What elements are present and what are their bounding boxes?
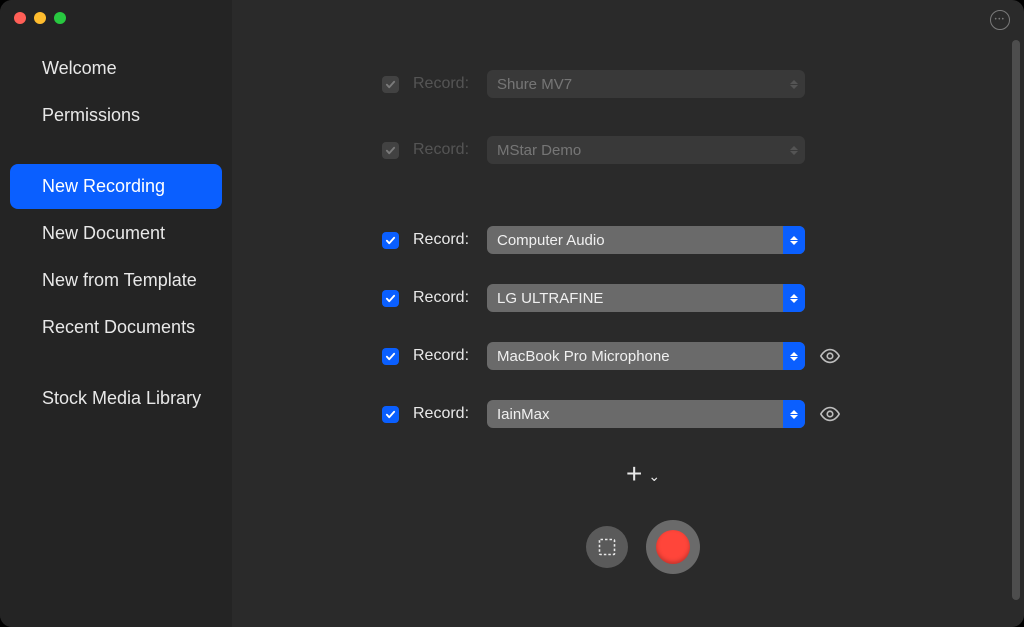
record-checkbox[interactable] bbox=[382, 348, 399, 365]
sidebar-item-recent-documents[interactable]: Recent Documents bbox=[10, 305, 222, 350]
source-dropdown[interactable]: MacBook Pro Microphone bbox=[487, 342, 805, 370]
traffic-lights bbox=[14, 12, 66, 24]
record-checkbox[interactable] bbox=[382, 232, 399, 249]
chevron-down-icon: ⌄ bbox=[648, 469, 660, 483]
updown-chevron-icon bbox=[783, 70, 805, 98]
sidebar-item-new-document[interactable]: New Document bbox=[10, 211, 222, 256]
preview-eye-icon[interactable] bbox=[819, 403, 841, 425]
record-checkbox bbox=[382, 142, 399, 159]
updown-chevron-icon bbox=[783, 400, 805, 428]
record-checkbox[interactable] bbox=[382, 406, 399, 423]
record-label: Record: bbox=[413, 231, 473, 249]
sidebar-group: New Recording New Document New from Temp… bbox=[0, 164, 232, 350]
sidebar-item-new-recording[interactable]: New Recording bbox=[10, 164, 222, 209]
source-row: Record: Computer Audio bbox=[382, 226, 964, 254]
source-row: Record: MStar Demo bbox=[382, 136, 964, 164]
add-source-button[interactable]: + ⌄ bbox=[322, 458, 964, 490]
updown-chevron-icon bbox=[783, 342, 805, 370]
record-checkbox[interactable] bbox=[382, 290, 399, 307]
record-icon bbox=[656, 530, 690, 564]
scrollbar[interactable] bbox=[1012, 40, 1020, 600]
source-dropdown[interactable]: LG ULTRAFINE bbox=[487, 284, 805, 312]
close-window-button[interactable] bbox=[14, 12, 26, 24]
sidebar: Welcome Permissions New Recording New Do… bbox=[0, 0, 232, 627]
source-row: Record: Shure MV7 bbox=[382, 70, 964, 98]
dropdown-value: MacBook Pro Microphone bbox=[497, 348, 670, 365]
start-recording-button[interactable] bbox=[646, 520, 700, 574]
plus-icon: + bbox=[626, 458, 642, 490]
record-label: Record: bbox=[413, 141, 473, 159]
sidebar-item-welcome[interactable]: Welcome bbox=[10, 46, 222, 91]
app-window: ••• Welcome Permissions New Recording Ne… bbox=[0, 0, 1024, 627]
sidebar-group: Stock Media Library bbox=[0, 376, 232, 421]
select-area-button[interactable] bbox=[586, 526, 628, 568]
minimize-window-button[interactable] bbox=[34, 12, 46, 24]
record-label: Record: bbox=[413, 347, 473, 365]
dropdown-value: IainMax bbox=[497, 406, 550, 423]
updown-chevron-icon bbox=[783, 284, 805, 312]
record-label: Record: bbox=[413, 75, 473, 93]
source-row: Record: LG ULTRAFINE bbox=[382, 284, 964, 312]
zoom-window-button[interactable] bbox=[54, 12, 66, 24]
source-dropdown[interactable]: Computer Audio bbox=[487, 226, 805, 254]
dropdown-value: LG ULTRAFINE bbox=[497, 290, 603, 307]
record-label: Record: bbox=[413, 405, 473, 423]
preview-eye-icon[interactable] bbox=[819, 345, 841, 367]
sidebar-group: Welcome Permissions bbox=[0, 46, 232, 138]
record-controls bbox=[322, 520, 964, 574]
sidebar-item-new-from-template[interactable]: New from Template bbox=[10, 258, 222, 303]
updown-chevron-icon bbox=[783, 136, 805, 164]
source-row: Record: MacBook Pro Microphone bbox=[382, 342, 964, 370]
dropdown-value: Shure MV7 bbox=[497, 76, 572, 93]
source-dropdown[interactable]: IainMax bbox=[487, 400, 805, 428]
source-row: Record: IainMax bbox=[382, 400, 964, 428]
source-dropdown: Shure MV7 bbox=[487, 70, 805, 98]
sidebar-item-stock-media-library[interactable]: Stock Media Library bbox=[10, 376, 222, 421]
sidebar-item-permissions[interactable]: Permissions bbox=[10, 93, 222, 138]
source-dropdown: MStar Demo bbox=[487, 136, 805, 164]
updown-chevron-icon bbox=[783, 226, 805, 254]
selection-icon bbox=[598, 538, 616, 556]
dropdown-value: MStar Demo bbox=[497, 142, 581, 159]
record-checkbox bbox=[382, 76, 399, 93]
content-pane: Record:Shure MV7Record:MStar DemoRecord:… bbox=[232, 0, 1024, 627]
dropdown-value: Computer Audio bbox=[497, 232, 605, 249]
record-label: Record: bbox=[413, 289, 473, 307]
